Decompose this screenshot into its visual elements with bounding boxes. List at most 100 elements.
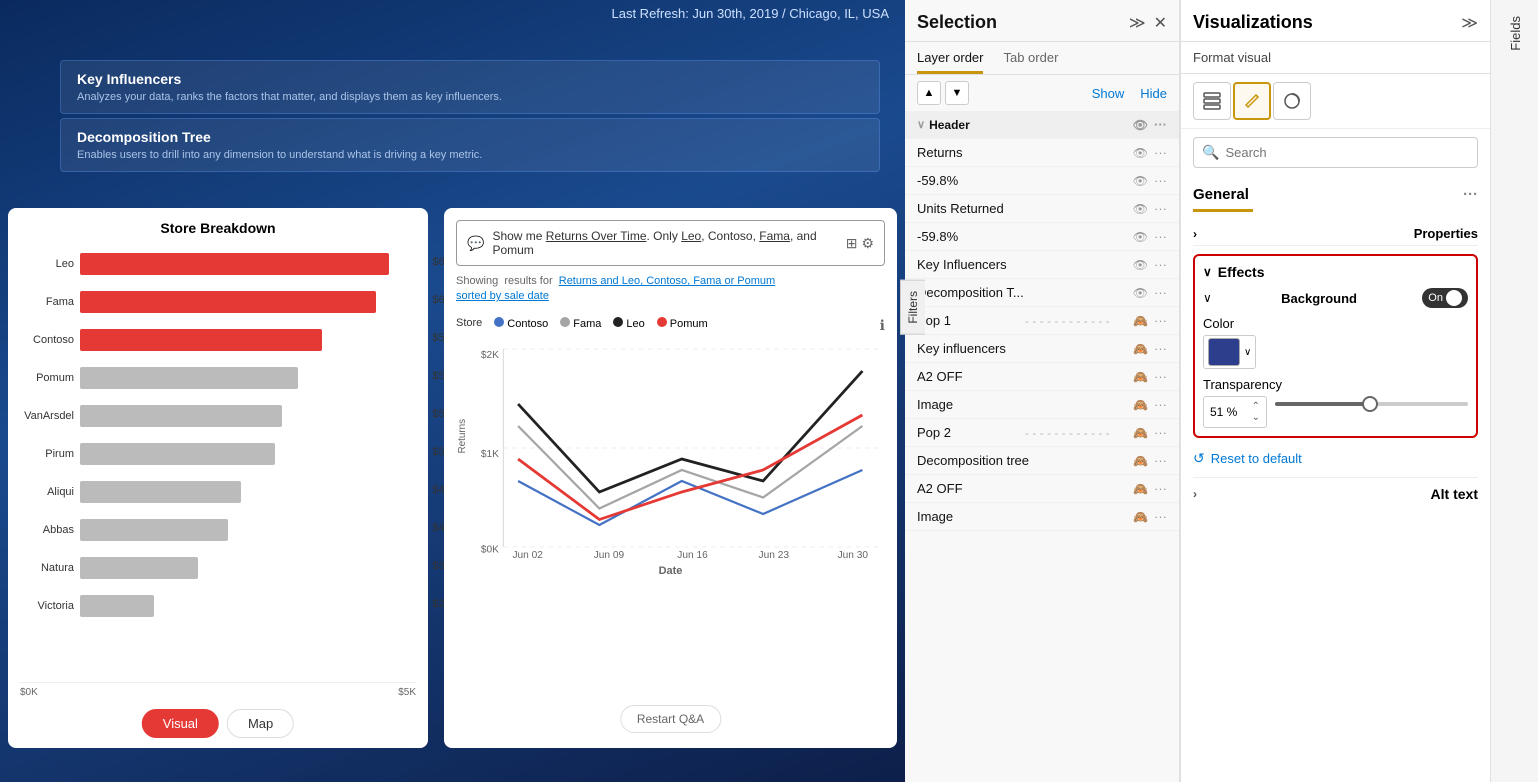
list-item[interactable]: Image🙈··· xyxy=(905,503,1179,531)
chevron-down-icon: ∨ xyxy=(917,118,925,131)
bar-fill xyxy=(80,595,154,617)
search-input[interactable] xyxy=(1225,145,1469,160)
selection-item-label: Key Influencers xyxy=(917,257,1133,272)
decomposition-tree-card[interactable]: Decomposition Tree Enables users to dril… xyxy=(60,118,880,172)
fields-panel: Fields xyxy=(1490,0,1538,782)
bar-row: VanArsdel$5K xyxy=(20,398,416,434)
tab-tab-order[interactable]: Tab order xyxy=(1003,50,1058,74)
selection-item-label: A2 OFF xyxy=(917,369,1133,384)
last-refresh-text: Last Refresh: Jun 30th, 2019 / Chicago, … xyxy=(612,6,890,21)
eye-visible-icon[interactable]: 👁 xyxy=(1133,202,1148,216)
key-influencers-card[interactable]: Key Influencers Analyzes your data, rank… xyxy=(60,60,880,114)
eye-hidden-icon[interactable]: 🙈 xyxy=(1133,398,1148,412)
list-item[interactable]: A2 OFF🙈 ··· xyxy=(905,475,1179,503)
eye-visible-icon[interactable]: 👁 xyxy=(1133,146,1148,160)
more-options-icon[interactable]: ··· xyxy=(1154,117,1167,132)
list-item[interactable]: -59.8%👁··· xyxy=(905,223,1179,251)
background-toggle[interactable]: On xyxy=(1422,288,1468,308)
eye-hidden-icon[interactable]: 🙈 xyxy=(1133,342,1148,356)
top-bar: Last Refresh: Jun 30th, 2019 / Chicago, … xyxy=(0,0,905,27)
fields-label[interactable]: Fields xyxy=(1508,8,1523,59)
eye-hidden-icon[interactable]: 🙈 xyxy=(1133,482,1148,496)
close-icon[interactable]: ✕ xyxy=(1154,13,1167,33)
move-down-button[interactable]: ▼ xyxy=(945,81,969,105)
alt-text-row[interactable]: › Alt text xyxy=(1193,477,1478,502)
eye-hidden-icon[interactable]: 🙈 xyxy=(1133,454,1148,468)
eye-hidden-icon[interactable]: 🙈 xyxy=(1133,370,1148,384)
show-button[interactable]: Show xyxy=(1092,86,1125,101)
dropdown-chevron-icon: ∨ xyxy=(1244,347,1251,358)
list-item[interactable]: Decomposition T...👁··· xyxy=(905,279,1179,307)
reset-row[interactable]: ↺ Reset to default xyxy=(1193,450,1478,467)
list-item[interactable]: Returns👁··· xyxy=(905,139,1179,167)
bar-container: $4K xyxy=(80,481,416,503)
qa-text-contoso: Contoso xyxy=(708,229,753,243)
svg-text:$2K: $2K xyxy=(481,350,499,361)
list-item[interactable]: Key Influencers👁 ··· xyxy=(905,251,1179,279)
bar-label: Abbas xyxy=(20,524,80,536)
more-options-icon[interactable]: ··· xyxy=(1154,453,1167,468)
eye-visible-icon[interactable]: 👁 xyxy=(1133,174,1148,188)
expand-icon[interactable]: ≫ xyxy=(1129,13,1146,33)
viz-expand-icon[interactable]: ≫ xyxy=(1461,13,1478,33)
eye-hidden-icon[interactable]: 🙈 xyxy=(1133,426,1148,440)
restart-qa-button[interactable]: Restart Q&A xyxy=(620,705,721,733)
visual-cards-area: Key Influencers Analyzes your data, rank… xyxy=(60,60,905,172)
more-options-icon[interactable]: ··· xyxy=(1154,341,1167,356)
table-icon-btn[interactable] xyxy=(1193,82,1231,120)
more-options-icon[interactable]: ··· xyxy=(1154,173,1167,188)
color-swatch xyxy=(1208,338,1240,366)
properties-section-header[interactable]: › Properties xyxy=(1193,220,1478,246)
list-item[interactable]: A2 OFF🙈 ··· xyxy=(905,363,1179,391)
more-options-icon[interactable]: ··· xyxy=(1154,229,1167,244)
filters-tab[interactable]: Filters xyxy=(900,280,925,335)
selection-list: ∨Header👁···Returns👁···-59.8%👁···Units Re… xyxy=(905,111,1179,782)
selection-panel: Selection ≫ ✕ Layer order Tab order ▲ ▼ … xyxy=(905,0,1180,782)
analytics-icon-btn[interactable] xyxy=(1273,82,1311,120)
eye-visible-icon[interactable]: 👁 xyxy=(1133,258,1148,272)
more-options-icon[interactable]: ··· xyxy=(1154,313,1167,328)
item-icons: 🙈 ··· xyxy=(1133,481,1167,496)
selection-item-label: A2 OFF xyxy=(917,481,1133,496)
eye-visible-icon[interactable]: 👁 xyxy=(1133,286,1148,300)
list-item[interactable]: -59.8%👁··· xyxy=(905,167,1179,195)
effects-title: ∨ Effects xyxy=(1203,264,1468,280)
list-item[interactable]: Pop 1- - - - - - - - - - - -🙈··· xyxy=(905,307,1179,335)
color-dropdown[interactable]: ∨ xyxy=(1203,335,1256,369)
more-options-icon[interactable]: ··· xyxy=(1154,509,1167,524)
eye-visible-icon[interactable]: 👁 xyxy=(1133,118,1148,132)
tab-layer-order[interactable]: Layer order xyxy=(917,50,983,74)
list-item[interactable]: Image🙈··· xyxy=(905,391,1179,419)
more-options-icon[interactable]: ··· xyxy=(1154,397,1167,412)
more-options-icon[interactable]: ··· xyxy=(1154,481,1167,496)
more-options-icon[interactable]: ··· xyxy=(1154,285,1167,300)
qa-input-bar[interactable]: 💬 Show me Returns Over Time. Only Leo, C… xyxy=(456,220,885,266)
slider-thumb[interactable] xyxy=(1362,396,1378,412)
more-options-icon[interactable]: ··· xyxy=(1154,425,1167,440)
move-up-button[interactable]: ▲ xyxy=(917,81,941,105)
list-item[interactable]: Key influencers🙈··· xyxy=(905,335,1179,363)
format-icon-btn[interactable] xyxy=(1233,82,1271,120)
map-tab-button[interactable]: Map xyxy=(227,709,294,738)
list-item[interactable]: ∨Header👁··· xyxy=(905,111,1179,139)
list-item[interactable]: Decomposition tree🙈··· xyxy=(905,447,1179,475)
eye-hidden-icon[interactable]: 🙈 xyxy=(1133,510,1148,524)
eye-visible-icon[interactable]: 👁 xyxy=(1133,230,1148,244)
copy-icon[interactable]: ⊞ xyxy=(846,235,858,252)
list-item[interactable]: Pop 2- - - - - - - - - - - -🙈··· xyxy=(905,419,1179,447)
qa-link-returns: Returns Over Time xyxy=(546,229,647,243)
settings-icon[interactable]: ⚙ xyxy=(861,235,874,252)
eye-hidden-icon[interactable]: 🙈 xyxy=(1133,314,1148,328)
list-item[interactable]: Units Returned👁··· xyxy=(905,195,1179,223)
general-more-dots[interactable]: ··· xyxy=(1463,186,1478,203)
hide-button[interactable]: Hide xyxy=(1140,86,1167,101)
more-options-icon[interactable]: ··· xyxy=(1154,369,1167,384)
visual-tab-button[interactable]: Visual xyxy=(142,709,219,738)
svg-text:$1K: $1K xyxy=(481,449,499,460)
more-options-icon[interactable]: ··· xyxy=(1154,257,1167,272)
more-options-icon[interactable]: ··· xyxy=(1154,201,1167,216)
percent-spinner-icon[interactable]: ⌃⌄ xyxy=(1252,401,1260,423)
percent-input[interactable]: 51 % ⌃⌄ xyxy=(1203,396,1267,428)
more-options-icon[interactable]: ··· xyxy=(1154,145,1167,160)
svg-text:Returns: Returns xyxy=(457,419,468,454)
